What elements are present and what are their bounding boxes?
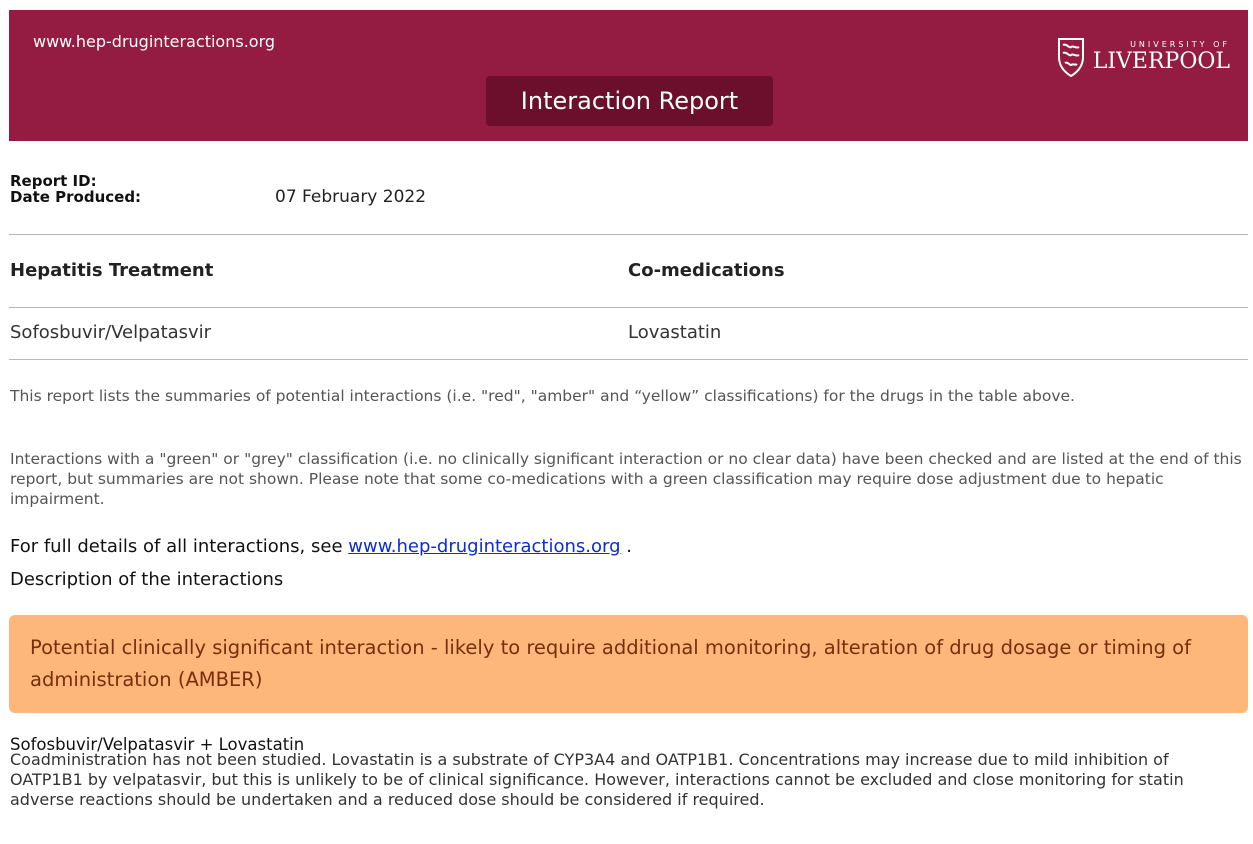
description-heading: Description of the interactions <box>10 569 284 590</box>
university-logo: UNIVERSITY OF LIVERPOOL <box>1057 37 1230 77</box>
logo-big-text: LIVERPOOL <box>1092 49 1230 74</box>
date-produced-label: Date Produced: <box>10 188 142 206</box>
intro-paragraph: This report lists the summaries of poten… <box>10 387 1075 405</box>
site-url: www.hep-druginteractions.org <box>33 32 276 51</box>
amber-banner-text: Potential clinically significant interac… <box>30 636 1191 691</box>
co-medications-header: Co-medications <box>628 260 785 281</box>
classification-paragraph: Interactions with a "green" or "grey" cl… <box>10 450 1242 508</box>
hepatitis-treatment-header: Hepatitis Treatment <box>10 260 214 281</box>
amber-classification-banner: Potential clinically significant interac… <box>9 615 1248 713</box>
treatment-cell: Sofosbuvir/Velpatasvir <box>10 322 212 343</box>
divider <box>9 359 1248 360</box>
liverpool-shield-icon <box>1057 38 1084 77</box>
full-details-suffix: . <box>626 536 633 557</box>
divider <box>9 234 1248 235</box>
report-title: Interaction Report <box>486 76 773 126</box>
report-meta: Report ID: Date Produced: 07 February 20… <box>10 172 427 207</box>
full-details-prefix: For full details of all interactions, se… <box>10 536 343 557</box>
logo-small-text: UNIVERSITY OF <box>1130 40 1230 49</box>
full-details-line: For full details of all interactions, se… <box>10 536 632 557</box>
date-produced-value: 07 February 2022 <box>275 187 427 207</box>
hep-druginteractions-link[interactable]: www.hep-druginteractions.org <box>348 536 620 557</box>
interaction-description: Coadministration has not been studied. L… <box>10 750 1184 809</box>
comedication-cell: Lovastatin <box>628 322 722 343</box>
report-header: www.hep-druginteractions.org UNIVERSITY … <box>9 10 1248 141</box>
report-id-label: Report ID: <box>10 172 97 190</box>
divider <box>9 307 1248 308</box>
